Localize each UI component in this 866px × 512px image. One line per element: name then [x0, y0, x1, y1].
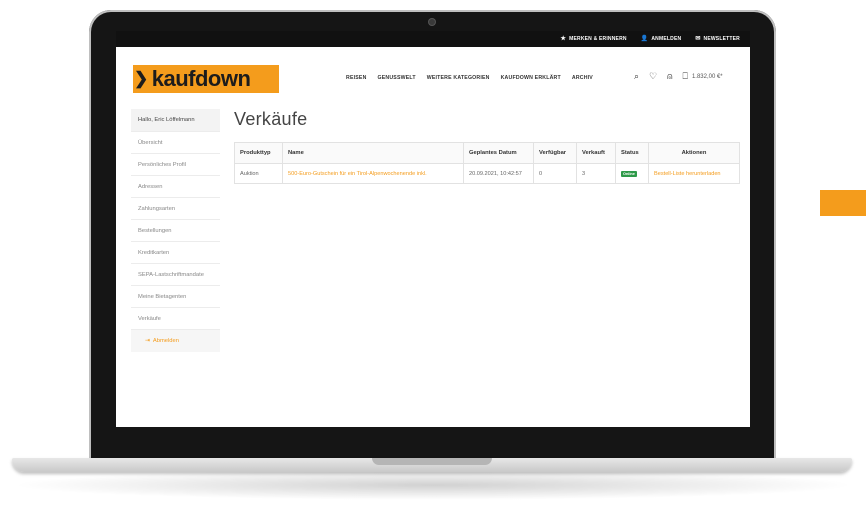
watchlist-link[interactable]: ★ MERKEN & ERINNERN — [561, 36, 627, 42]
user-icon: 👤 — [640, 36, 649, 42]
header-verfuegbar: Verfügbar — [533, 142, 577, 164]
sidebar-item-verkaeufe[interactable]: Verkäufe — [131, 308, 220, 330]
cell-date: 20.09.2021, 10:42:57 — [463, 163, 534, 184]
sidebar-item-zahlungsarten[interactable]: Zahlungsarten — [131, 198, 220, 220]
decorative-orange-block — [820, 190, 866, 216]
nav-genusswelt[interactable]: GENUSSWELT — [378, 75, 416, 81]
login-link[interactable]: 👤 ANMELDEN — [641, 36, 682, 42]
sidebar-item-kreditkarten[interactable]: Kreditkarten — [131, 242, 220, 264]
main-navigation: REISEN GENUSSWELT WEITERE KATEGORIEN KAU… — [346, 75, 593, 81]
header-status: Status — [615, 142, 649, 164]
logout-button[interactable]: ⇥ Abmelden — [131, 330, 220, 352]
mail-icon: ✉ — [695, 36, 701, 42]
chevron-logo-icon: ❯ — [134, 69, 148, 88]
header-verkauft: Verkauft — [576, 142, 616, 164]
camera-icon — [429, 19, 435, 25]
nav-reisen[interactable]: REISEN — [346, 75, 367, 81]
laptop-notch — [372, 458, 492, 465]
browser-screen: ★ MERKEN & ERINNERN 👤 ANMELDEN ✉ NEWSLET… — [116, 31, 750, 427]
page-title: Verkäufe — [234, 109, 308, 129]
table-row: Auktion 500-Euro-Gutschein für ein Tirol… — [234, 163, 740, 184]
cart-icon[interactable]: ⎕ — [683, 71, 688, 82]
sidebar-item-sepa[interactable]: SEPA-Lastschriftmandate — [131, 264, 220, 286]
header-produkttyp: Produkttyp — [234, 142, 283, 164]
header-datum: Geplantes Datum — [463, 142, 534, 164]
newsletter-link[interactable]: ✉ NEWSLETTER — [695, 36, 740, 42]
search-icon[interactable]: ⌕ — [634, 71, 639, 82]
nav-kaufdown-erklaert[interactable]: KAUFDOWN ERKLÄRT — [501, 75, 561, 81]
logout-label: Abmelden — [152, 338, 179, 344]
cart-total[interactable]: 1.832,00 €* — [692, 74, 723, 80]
sidebar-item-uebersicht[interactable]: Übersicht — [131, 132, 220, 154]
header-aktionen: Aktionen — [648, 142, 740, 164]
star-icon: ★ — [560, 36, 567, 42]
sidebar-item-adressen[interactable]: Adressen — [131, 176, 220, 198]
sidebar-item-bestellungen[interactable]: Bestellungen — [131, 220, 220, 242]
newsletter-label: NEWSLETTER — [703, 36, 740, 42]
laptop-shadow — [10, 470, 856, 500]
heart-icon[interactable]: ♡ — [649, 71, 657, 82]
sidebar-item-bietagenten[interactable]: Meine Bietagenten — [131, 286, 220, 308]
top-bar: ★ MERKEN & ERINNERN 👤 ANMELDEN ✉ NEWSLET… — [116, 31, 750, 47]
nav-icons: ⌕ ♡ ⍝ ⎕ 1.832,00 €* — [634, 71, 723, 82]
sales-table: Produkttyp Name Geplantes Datum Verfügba… — [234, 142, 740, 184]
sidebar-item-profil[interactable]: Persönliches Profil — [131, 154, 220, 176]
login-label: ANMELDEN — [651, 36, 682, 42]
cell-product-link[interactable]: 500-Euro-Gutschein für ein Tirol-Alpenwo… — [282, 163, 464, 184]
logo[interactable]: ❯ kaufdown — [134, 65, 251, 93]
watchlist-label: MERKEN & ERINNERN — [569, 36, 627, 42]
cell-available: 0 — [533, 163, 577, 184]
sidebar-greeting: Hallo, Eric Löffelmann — [131, 109, 220, 132]
table-header-row: Produkttyp Name Geplantes Datum Verfügba… — [234, 142, 740, 164]
cell-status: Online — [615, 163, 649, 184]
cell-type: Auktion — [234, 163, 283, 184]
logout-icon: ⇥ — [145, 338, 150, 344]
account-icon[interactable]: ⍝ — [667, 71, 672, 82]
nav-weitere-kategorien[interactable]: WEITERE KATEGORIEN — [427, 75, 490, 81]
top-links: ★ MERKEN & ERINNERN 👤 ANMELDEN ✉ NEWSLET… — [561, 31, 740, 47]
header-name: Name — [282, 142, 464, 164]
account-sidebar: Hallo, Eric Löffelmann Übersicht Persönl… — [131, 109, 220, 352]
logo-text: kaufdown — [151, 66, 251, 91]
status-badge: Online — [621, 170, 637, 177]
cell-sold: 3 — [576, 163, 616, 184]
nav-archiv[interactable]: ARCHIV — [572, 75, 593, 81]
download-list-link[interactable]: Bestell-Liste herunterladen — [648, 163, 740, 184]
